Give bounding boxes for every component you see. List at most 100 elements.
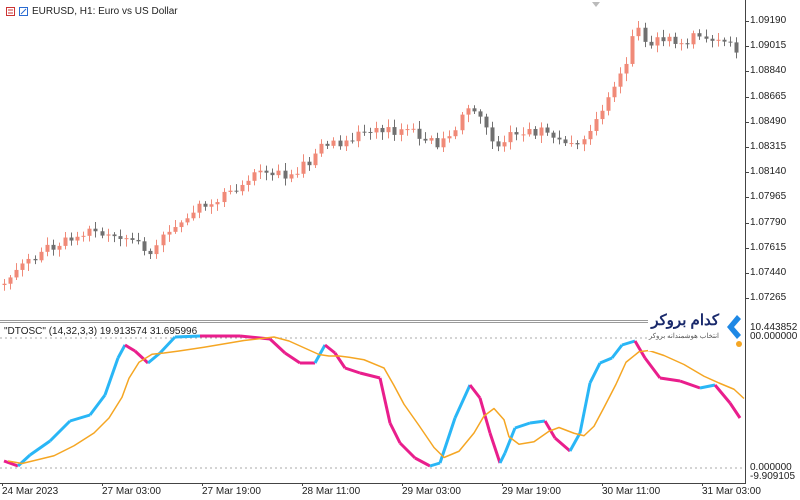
candle-body <box>649 41 654 46</box>
oscillator-up-segment <box>429 461 441 468</box>
candle-body <box>240 184 245 192</box>
price-axis-label: 1.07265 <box>750 292 787 304</box>
candle-body <box>57 245 62 250</box>
candle-body <box>582 139 587 145</box>
candle-body <box>527 128 532 135</box>
candle-body <box>301 161 306 174</box>
candle-body <box>276 170 281 176</box>
candle-body <box>643 27 648 42</box>
candle-body <box>545 127 550 133</box>
oscillator-down-segment <box>659 376 681 383</box>
candle-body <box>380 127 385 133</box>
candle-body <box>533 128 538 136</box>
candle-body <box>325 143 330 146</box>
oscillator-up-segment <box>69 413 91 423</box>
candle-body <box>124 238 129 240</box>
candle-body <box>252 172 257 181</box>
price-axis-tick <box>745 273 749 274</box>
candle-body <box>514 132 519 135</box>
candle-body <box>405 129 410 131</box>
candle-body <box>594 119 599 131</box>
candle-body <box>484 116 489 128</box>
oscillator-down-segment <box>554 436 571 453</box>
candle-body <box>466 108 471 115</box>
candle-body <box>429 138 434 141</box>
indicator-axis-label: 00.000000 <box>750 331 798 342</box>
logo-tagline: انتخاب هوشمندانه بروکر <box>648 333 719 340</box>
candle-body <box>93 228 98 232</box>
candle-body <box>618 73 623 87</box>
candle-body <box>33 258 38 261</box>
candle-body <box>472 108 477 112</box>
oscillator-down-segment <box>713 384 732 404</box>
candle-body <box>283 170 288 179</box>
candle-body <box>209 204 214 207</box>
candle-body <box>655 37 660 46</box>
candle-body <box>118 236 123 239</box>
candle-body <box>191 212 196 219</box>
candle-body <box>460 114 465 131</box>
oscillator-up-segment <box>514 421 531 430</box>
candle-body <box>338 140 343 147</box>
candle-body <box>411 128 416 130</box>
candle-body <box>606 97 611 111</box>
candle-body <box>417 128 422 139</box>
price-axis-tick <box>745 298 749 300</box>
time-axis-label: 24 Mar 2023 <box>2 486 59 497</box>
oscillator-down-segment <box>324 343 336 355</box>
candle-body <box>258 170 263 173</box>
candle-body <box>148 250 153 255</box>
candle-body <box>197 203 202 213</box>
price-chart[interactable] <box>0 0 800 320</box>
candle-body <box>2 283 7 285</box>
candle-body <box>697 33 702 37</box>
candle-body <box>521 134 526 136</box>
price-axis-tick <box>745 147 749 148</box>
price-axis-tick <box>745 172 749 174</box>
candle-body <box>142 241 147 251</box>
candle-body <box>362 131 367 133</box>
candle-body <box>45 244 50 252</box>
oscillator-up-segment <box>699 383 716 390</box>
candle-body <box>386 127 391 133</box>
price-axis-label: 1.07965 <box>750 191 787 203</box>
logo-chevron-icon <box>727 315 742 347</box>
candle-body <box>167 231 172 235</box>
candle-body <box>246 180 251 185</box>
candle-body <box>661 37 666 42</box>
candle-body <box>264 170 269 173</box>
candle-body <box>539 127 544 136</box>
candle-body <box>130 238 135 240</box>
candle-body <box>563 139 568 144</box>
oscillator-up-segment <box>588 362 602 384</box>
candle-body <box>185 218 190 223</box>
candle-body <box>399 129 404 135</box>
price-axis-tick <box>745 222 749 224</box>
candle-body <box>575 143 580 145</box>
price-axis-line <box>745 0 746 483</box>
time-axis-label: 28 Mar 11:00 <box>302 486 361 497</box>
candle-body <box>100 231 105 236</box>
candle-body <box>331 140 336 146</box>
oscillator-down-segment <box>679 379 701 390</box>
candle-body <box>704 36 709 39</box>
oscillator-down-segment <box>284 351 301 365</box>
price-axis-tick <box>745 96 749 98</box>
candle-body <box>179 222 184 228</box>
oscillator-down-segment <box>124 343 136 353</box>
candle-body <box>203 203 208 207</box>
oscillator-up-segment <box>88 394 107 416</box>
candle-body <box>39 251 44 261</box>
oscillator-down-segment <box>388 422 402 444</box>
candle-body <box>728 41 733 43</box>
candle-body <box>496 141 501 147</box>
candle-body <box>112 234 117 237</box>
oscillator-up-segment <box>610 344 624 359</box>
candle-body <box>435 138 440 148</box>
price-axis-tick <box>745 46 749 48</box>
candle-body <box>319 143 324 154</box>
candle-body <box>356 131 361 142</box>
price-axis-label: 1.08315 <box>750 141 787 152</box>
candle-body <box>87 228 92 236</box>
price-axis-label: 1.07440 <box>750 267 787 278</box>
